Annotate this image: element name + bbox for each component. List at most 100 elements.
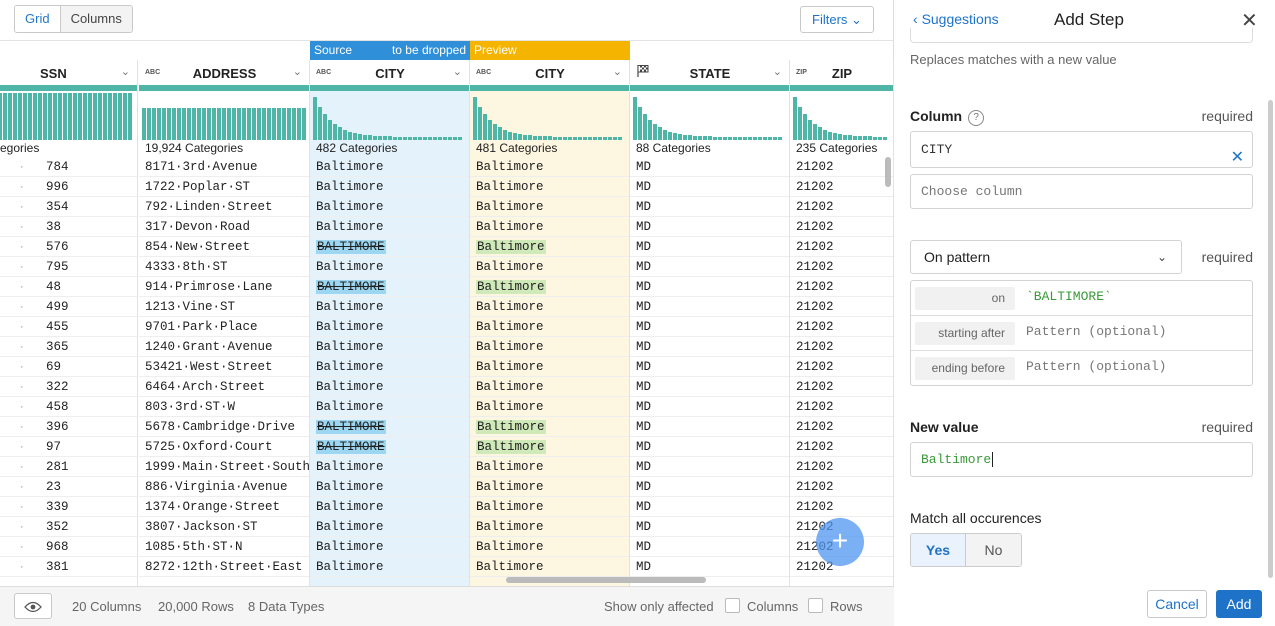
- table-cell[interactable]: 9701·Park·Place: [139, 317, 310, 337]
- table-cell[interactable]: MD: [630, 237, 790, 257]
- table-cell[interactable]: 4333·8th·ST: [139, 257, 310, 277]
- table-cell[interactable]: 5725·Oxford·Court: [139, 437, 310, 457]
- table-cell[interactable]: Baltimore: [470, 237, 630, 257]
- cancel-button[interactable]: Cancel: [1147, 590, 1207, 618]
- table-cell[interactable]: 21202: [790, 157, 894, 177]
- table-cell[interactable]: Baltimore: [470, 257, 630, 277]
- table-cell[interactable]: Baltimore: [310, 317, 470, 337]
- table-cell[interactable]: MD: [630, 537, 790, 557]
- table-cell[interactable]: Baltimore: [310, 337, 470, 357]
- table-cell[interactable]: Baltimore: [470, 217, 630, 237]
- table-cell[interactable]: 21202: [790, 277, 894, 297]
- table-cell[interactable]: 21202: [790, 437, 894, 457]
- table-cell[interactable]: 21202: [790, 197, 894, 217]
- table-cell[interactable]: Baltimore: [470, 537, 630, 557]
- table-cell[interactable]: 792·Linden·Street: [139, 197, 310, 217]
- column-header[interactable]: STATE ⌄: [630, 60, 790, 86]
- table-cell[interactable]: Baltimore: [310, 397, 470, 417]
- table-cell[interactable]: MD: [630, 157, 790, 177]
- table-cell[interactable]: 1722·Poplar·ST: [139, 177, 310, 197]
- table-cell[interactable]: BALTIMORE: [310, 277, 470, 297]
- column-header[interactable]: ABC ADDRESS ⌄: [139, 60, 310, 86]
- table-cell[interactable]: MD: [630, 337, 790, 357]
- table-cell[interactable]: 21202: [790, 237, 894, 257]
- vertical-scrollbar[interactable]: [885, 157, 891, 187]
- table-cell[interactable]: 21202: [790, 457, 894, 477]
- table-cell[interactable]: Baltimore: [470, 177, 630, 197]
- table-cell[interactable]: Baltimore: [470, 477, 630, 497]
- table-cell[interactable]: MD: [630, 317, 790, 337]
- table-cell[interactable]: 1085·5th·ST·N: [139, 537, 310, 557]
- table-cell[interactable]: BALTIMORE: [310, 237, 470, 257]
- table-cell[interactable]: MD: [630, 357, 790, 377]
- columns-checkbox[interactable]: [725, 598, 740, 613]
- table-cell[interactable]: 21202: [790, 397, 894, 417]
- table-cell[interactable]: MD: [630, 397, 790, 417]
- table-cell[interactable]: MD: [630, 197, 790, 217]
- tab-columns[interactable]: Columns: [60, 6, 132, 32]
- column-header[interactable]: ABC CITY ⌄: [470, 60, 630, 86]
- table-cell[interactable]: Baltimore: [470, 557, 630, 577]
- add-step-fab[interactable]: +: [816, 518, 864, 566]
- table-cell[interactable]: 21202: [790, 377, 894, 397]
- table-cell[interactable]: Baltimore: [310, 157, 470, 177]
- chevron-down-icon[interactable]: ⌄: [121, 65, 130, 78]
- table-cell[interactable]: Baltimore: [310, 177, 470, 197]
- choose-column-input[interactable]: Choose column: [910, 174, 1253, 209]
- table-cell[interactable]: Baltimore: [470, 197, 630, 217]
- table-cell[interactable]: 21202: [790, 337, 894, 357]
- table-cell[interactable]: MD: [630, 277, 790, 297]
- match-mode-select[interactable]: On pattern ⌄: [910, 240, 1182, 274]
- chevron-down-icon[interactable]: ⌄: [613, 65, 622, 78]
- table-cell[interactable]: Baltimore: [470, 377, 630, 397]
- table-cell[interactable]: Baltimore: [470, 337, 630, 357]
- column-header[interactable]: SSN ⌄: [0, 60, 138, 86]
- table-cell[interactable]: MD: [630, 437, 790, 457]
- table-cell[interactable]: 21202: [790, 217, 894, 237]
- table-cell[interactable]: 886·Virginia·Avenue: [139, 477, 310, 497]
- table-cell[interactable]: Baltimore: [470, 437, 630, 457]
- horizontal-scrollbar[interactable]: [506, 577, 706, 583]
- table-cell[interactable]: 8272·12th·Street·East: [139, 557, 310, 577]
- table-cell[interactable]: Baltimore: [310, 537, 470, 557]
- table-cell[interactable]: 21202: [790, 257, 894, 277]
- table-cell[interactable]: Baltimore: [470, 417, 630, 437]
- table-cell[interactable]: 3807·Jackson·ST: [139, 517, 310, 537]
- table-cell[interactable]: MD: [630, 297, 790, 317]
- table-cell[interactable]: 6464·Arch·Street: [139, 377, 310, 397]
- table-cell[interactable]: Baltimore: [310, 197, 470, 217]
- table-cell[interactable]: 8171·3rd·Avenue: [139, 157, 310, 177]
- table-cell[interactable]: MD: [630, 517, 790, 537]
- rows-checkbox[interactable]: [808, 598, 823, 613]
- chevron-down-icon[interactable]: ⌄: [293, 65, 302, 78]
- table-cell[interactable]: Baltimore: [310, 357, 470, 377]
- table-cell[interactable]: Baltimore: [470, 277, 630, 297]
- table-cell[interactable]: Baltimore: [310, 257, 470, 277]
- table-cell[interactable]: Baltimore: [470, 157, 630, 177]
- pattern-after-input[interactable]: Pattern (optional): [1026, 324, 1166, 339]
- table-cell[interactable]: 21202: [790, 357, 894, 377]
- pattern-before-input[interactable]: Pattern (optional): [1026, 359, 1166, 374]
- chevron-down-icon[interactable]: ⌄: [453, 65, 462, 78]
- table-cell[interactable]: 21202: [790, 177, 894, 197]
- table-cell[interactable]: 1240·Grant·Avenue: [139, 337, 310, 357]
- table-cell[interactable]: Baltimore: [310, 557, 470, 577]
- new-value-input[interactable]: Baltimore: [910, 442, 1253, 477]
- table-cell[interactable]: Baltimore: [310, 377, 470, 397]
- table-cell[interactable]: Baltimore: [310, 217, 470, 237]
- table-cell[interactable]: Baltimore: [470, 357, 630, 377]
- table-cell[interactable]: 21202: [790, 297, 894, 317]
- table-cell[interactable]: 53421·West·Street: [139, 357, 310, 377]
- table-cell[interactable]: MD: [630, 457, 790, 477]
- table-cell[interactable]: Baltimore: [470, 317, 630, 337]
- table-cell[interactable]: MD: [630, 477, 790, 497]
- visibility-button[interactable]: [14, 593, 52, 619]
- table-cell[interactable]: 1374·Orange·Street: [139, 497, 310, 517]
- column-header[interactable]: ZIP ZIP: [790, 60, 894, 86]
- table-cell[interactable]: 914·Primrose·Lane: [139, 277, 310, 297]
- table-cell[interactable]: 21202: [790, 477, 894, 497]
- table-cell[interactable]: BALTIMORE: [310, 437, 470, 457]
- pattern-on-input[interactable]: `BALTIMORE`: [1026, 289, 1112, 304]
- help-icon[interactable]: ?: [968, 110, 985, 126]
- table-cell[interactable]: Baltimore: [470, 297, 630, 317]
